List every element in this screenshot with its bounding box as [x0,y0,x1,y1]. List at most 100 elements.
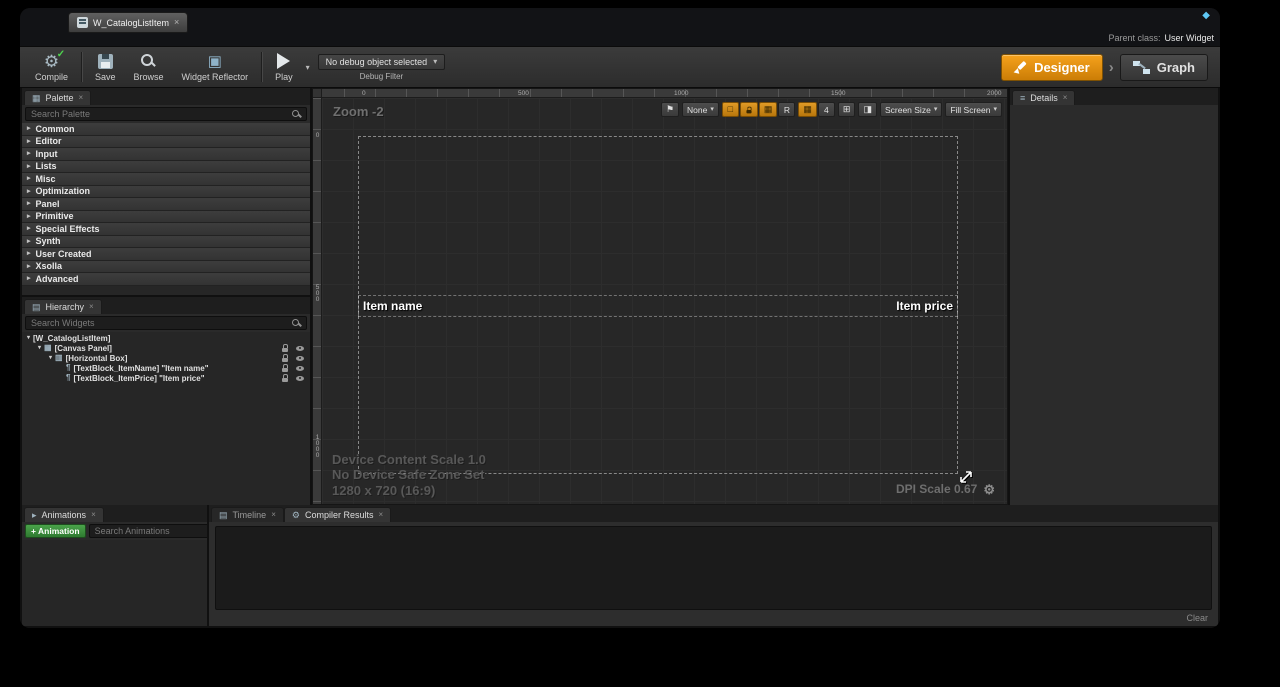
category-label: Editor [36,136,62,146]
localization-preview-button[interactable]: ⚑ [661,102,679,117]
animations-search-input[interactable] [95,526,207,536]
palette-category-advanced[interactable]: ▸Advanced [22,273,310,286]
save-button[interactable]: Save [90,50,121,84]
tab-palette[interactable]: ▦ Palette × [24,90,91,105]
grid-size-dropdown[interactable]: 4 [818,102,835,117]
preview-background-button[interactable]: ◨ [858,102,877,117]
lock-icon[interactable] [281,344,289,352]
play-options-caret-icon[interactable]: ▾ [306,63,310,72]
lock-icon[interactable] [281,354,289,362]
tab-hierarchy[interactable]: ▤ Hierarchy × [24,299,102,314]
screen-size-dropdown[interactable]: Screen Size ▾ [880,102,942,117]
hierarchy-row-textblock-itemname[interactable]: ¶ [TextBlock_ItemName] "Item name" [22,363,310,373]
category-label: Panel [36,199,60,209]
zoom-to-fit-button[interactable]: ⊞ [838,102,856,117]
ruler-mark: 0 [362,90,366,98]
grid-icon: ▦ [803,105,812,114]
item-name-textblock[interactable]: Item name [363,299,422,313]
tab-compiler-results[interactable]: ⚙ Compiler Results × [284,507,391,522]
canvas-info-text: Device Content Scale 1.0 No Device Safe … [332,452,486,499]
designer-mode-button[interactable]: Designer [1001,54,1103,81]
browse-label: Browse [134,72,164,82]
tab-timeline[interactable]: ▤ Timeline × [211,507,284,522]
resize-rule-button[interactable]: R [778,102,795,117]
palette-category-primitive[interactable]: ▸Primitive [22,211,310,224]
culture-dropdown[interactable]: None ▾ [682,102,719,117]
visibility-eye-icon[interactable] [296,355,305,362]
lock-icon[interactable] [281,374,289,382]
compiler-output-log[interactable] [215,526,1212,610]
titlebar: W_CatalogListItem × ◆ Parent class:User … [20,8,1220,46]
visibility-eye-icon[interactable] [296,365,305,372]
fill-screen-dropdown[interactable]: Fill Screen ▾ [945,102,1002,117]
compile-button[interactable]: ⚙✓ Compile [30,50,73,84]
hierarchy-search-row [22,314,310,332]
text-block-icon: ¶ [66,374,70,382]
close-icon[interactable]: × [79,94,84,102]
widget-reflector-button[interactable]: ▣ Widget Reflector [177,50,254,84]
close-icon[interactable]: × [89,303,94,311]
compiler-footer: Clear [215,610,1212,626]
add-animation-button[interactable]: + Animation [25,524,86,538]
debug-object-dropdown[interactable]: No debug object selected ▾ [318,54,446,70]
hierarchy-row-root[interactable]: ▾ [W_CatalogListItem] [22,333,310,343]
play-icon [277,53,290,69]
visibility-eye-icon[interactable] [296,345,305,352]
browse-button[interactable]: Browse [129,50,169,84]
play-button[interactable]: Play [270,50,298,84]
expander-icon[interactable]: ▾ [27,335,30,341]
ruler-mark: 0 [314,132,321,138]
widget-reflector-label: Widget Reflector [182,72,249,82]
tab-animations[interactable]: ▸ Animations × [24,507,104,522]
hierarchy-search-input[interactable] [31,318,288,328]
details-tab-label: Details [1030,93,1058,103]
palette-category-special-effects[interactable]: ▸Special Effects [22,223,310,236]
category-label: Primitive [36,211,74,221]
tab-close-icon[interactable]: × [174,18,179,27]
palette-search-input[interactable] [31,109,288,119]
main-toolbar: ⚙✓ Compile Save Browse ▣ Widget Reflecto… [20,46,1220,88]
window-corner-icon[interactable]: ◆ [1202,10,1210,21]
show-outlines-toggle[interactable]: □ [722,102,739,117]
hierarchy-row-textblock-itemprice[interactable]: ¶ [TextBlock_ItemPrice] "Item price" [22,373,310,383]
palette-tabbar: ▦ Palette × [22,88,310,105]
hierarchy-row-horizontal-box[interactable]: ▾ ▥ [Horizontal Box] [22,353,310,363]
palette-category-lists[interactable]: ▸Lists [22,161,310,174]
palette-category-user-created[interactable]: ▸User Created [22,248,310,261]
dpi-settings-gear-icon[interactable]: ⚙ [983,483,995,496]
tab-details[interactable]: ≡ Details × [1012,90,1075,105]
palette-category-optimization[interactable]: ▸Optimization [22,186,310,199]
palette-category-panel[interactable]: ▸Panel [22,198,310,211]
graph-mode-button[interactable]: Graph [1120,54,1208,81]
timeline-icon: ▤ [219,511,228,520]
expander-icon[interactable]: ▾ [38,345,41,351]
close-icon[interactable]: × [1063,94,1068,102]
palette-category-input[interactable]: ▸Input [22,148,310,161]
hierarchy-row-canvas-panel[interactable]: ▾ ▦ [Canvas Panel] [22,343,310,353]
fill-screen-label: Fill Screen [950,105,990,115]
snap-grid-toggle[interactable]: ▦ [798,102,817,117]
asset-tab[interactable]: W_CatalogListItem × [68,12,188,33]
designer-canvas[interactable]: 0 500 1000 1500 2000 0 500 1000 Zoom -2 … [312,88,1008,505]
close-icon[interactable]: × [91,511,96,519]
caret-down-icon: ▾ [710,106,714,113]
palette-search-box [25,107,307,121]
item-price-textblock[interactable]: Item price [896,299,953,313]
expander-icon[interactable]: ▾ [49,355,52,361]
respect-locks-toggle[interactable] [740,102,758,117]
close-icon[interactable]: × [378,511,383,519]
close-icon[interactable]: × [271,511,276,519]
ruler-mark: 500 [314,284,321,302]
flip-preview-icon: ◨ [863,105,872,114]
palette-category-xsolla[interactable]: ▸Xsolla [22,261,310,274]
palette-category-misc[interactable]: ▸Misc [22,173,310,186]
horizontal-box-outline[interactable]: Item name Item price [358,295,958,317]
grid-snap-toggle[interactable]: ▦ [759,102,778,117]
palette-category-synth[interactable]: ▸Synth [22,236,310,249]
hierarchy-panel: ▤ Hierarchy × ▾ [W_CatalogListItem] [22,297,310,505]
clear-log-button[interactable]: Clear [1186,613,1208,623]
visibility-eye-icon[interactable] [296,375,305,382]
palette-category-common[interactable]: ▸Common [22,123,310,136]
palette-category-editor[interactable]: ▸Editor [22,136,310,149]
lock-icon[interactable] [281,364,289,372]
